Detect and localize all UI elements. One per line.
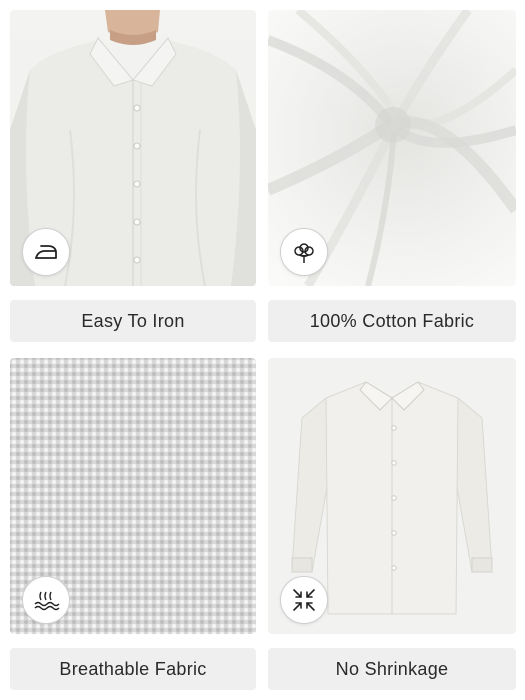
feature-label-no-shrinkage: No Shrinkage — [268, 648, 516, 690]
feature-label-cotton-fabric: 100% Cotton Fabric — [268, 300, 516, 342]
no-shrink-arrows-icon — [280, 576, 328, 624]
flat-lay-shirt-photo — [268, 358, 516, 634]
model-shirt-photo — [10, 10, 256, 286]
feature-label-easy-to-iron: Easy To Iron — [10, 300, 256, 342]
breathable-fabric-icon — [22, 576, 70, 624]
feature-label-breathable-fabric: Breathable Fabric — [10, 648, 256, 690]
iron-icon — [22, 228, 70, 276]
cotton-flower-icon — [280, 228, 328, 276]
cotton-fabric-photo — [268, 10, 516, 286]
breathable-weave-photo — [10, 358, 256, 634]
